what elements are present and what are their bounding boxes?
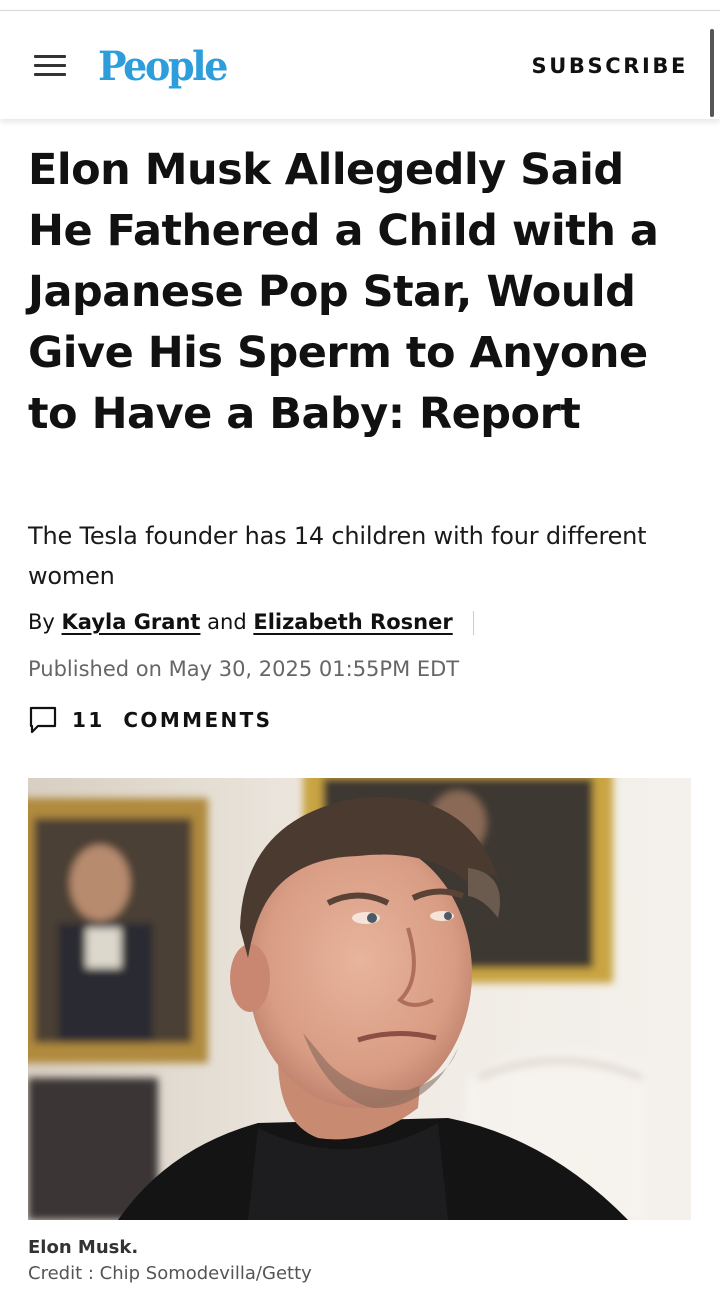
published-date: Published on May 30, 2025 01:55PM EDT <box>28 657 460 681</box>
comments-count-label: 11 COMMENTS <box>72 708 273 732</box>
author-link-elizabeth-rosner[interactable]: Elizabeth Rosner <box>253 610 452 634</box>
byline: By Kayla Grant and Elizabeth Rosner <box>28 604 475 640</box>
byline-prefix: By <box>28 610 55 634</box>
image-credit: Credit : Chip Somodevilla/Getty <box>28 1263 312 1284</box>
article-hero-image <box>28 778 691 1220</box>
site-header: People SUBSCRIBE <box>0 11 720 119</box>
author-link-kayla-grant[interactable]: Kayla Grant <box>62 610 201 634</box>
article-subheadline: The Tesla founder has 14 children with f… <box>28 522 647 590</box>
byline-divider <box>473 611 475 635</box>
byline-conjunction: and <box>207 610 247 634</box>
article-headline: Elon Musk Allegedly Said He Fathered a C… <box>28 145 659 439</box>
image-caption: Elon Musk. <box>28 1237 139 1258</box>
hamburger-menu-icon[interactable] <box>34 55 66 77</box>
subscribe-button[interactable]: SUBSCRIBE <box>532 51 688 81</box>
people-logo[interactable]: People <box>98 37 228 97</box>
speech-bubble-icon <box>29 706 57 734</box>
scrollbar-thumb[interactable] <box>710 29 714 117</box>
comments-button[interactable]: 11 COMMENTS <box>28 704 273 736</box>
